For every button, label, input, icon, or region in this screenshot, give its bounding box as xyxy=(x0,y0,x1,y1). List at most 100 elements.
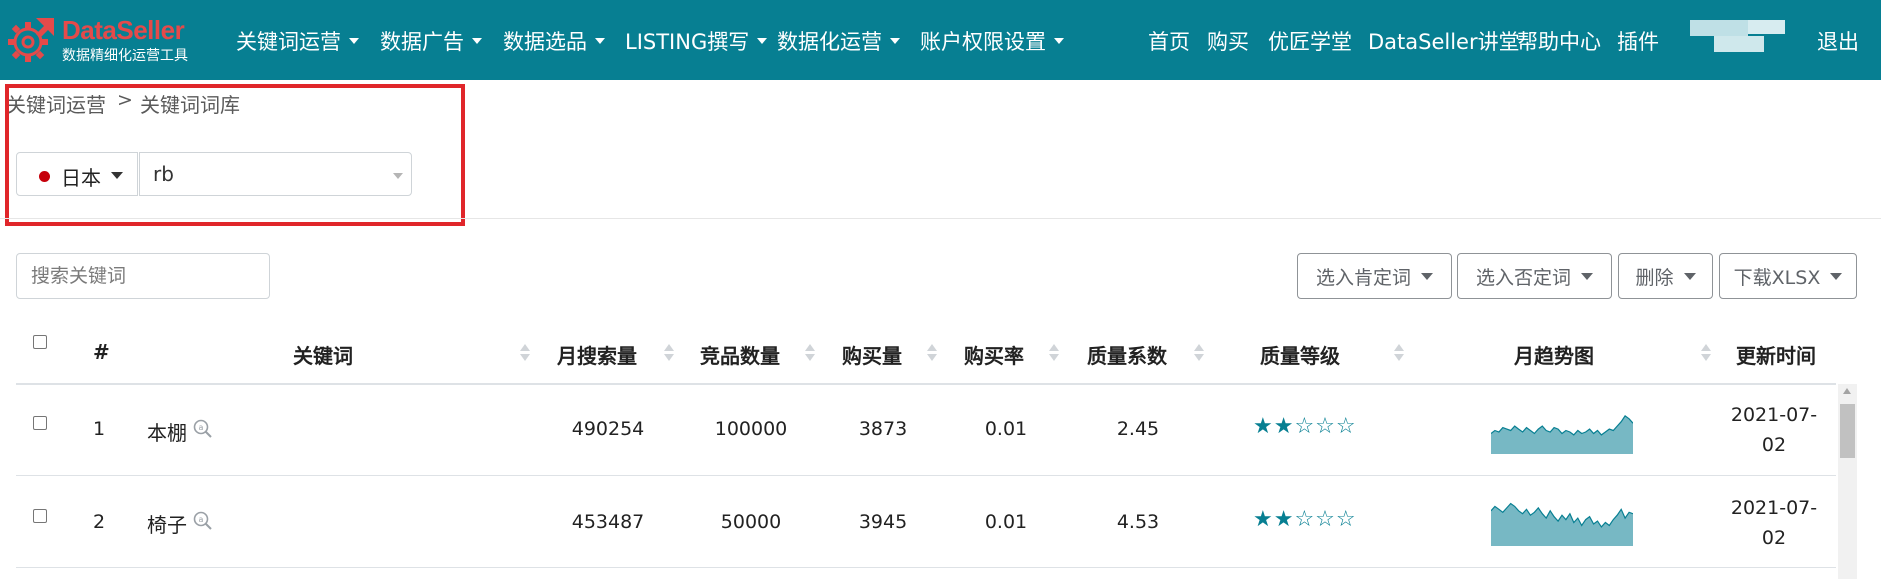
sort-monthly-trend-icon[interactable] xyxy=(1701,342,1711,364)
nav-menu-label: 数据选品 xyxy=(503,30,587,54)
shop-select[interactable]: rb xyxy=(139,152,412,196)
chevron-down-icon xyxy=(890,38,900,44)
row-border xyxy=(16,475,1836,476)
column-header-quality-grade[interactable]: 质量等级 xyxy=(1260,340,1340,369)
purchases-cell: 3873 xyxy=(858,418,908,440)
breadcrumb-current: 关键词词库 xyxy=(140,93,240,117)
row-border xyxy=(16,567,1836,568)
svg-text:a: a xyxy=(199,515,204,524)
breadcrumb-separator: > xyxy=(117,89,133,111)
quality-rating-stars: ★★☆☆☆ xyxy=(1253,414,1357,439)
country-select[interactable]: 日本 xyxy=(16,152,138,196)
button-label: 选入否定词 xyxy=(1475,266,1571,289)
purchase-rate-cell: 0.01 xyxy=(984,418,1028,440)
sparkline-area xyxy=(1491,503,1633,546)
nav-menu-label: 数据化运营 xyxy=(777,30,882,54)
add-to-negative-words-button[interactable]: 选入否定词 xyxy=(1457,253,1612,299)
nav-menu-label: 关键词运营 xyxy=(236,30,341,54)
brand-tagline: 数据精细化运营工具 xyxy=(62,48,188,64)
column-header-purchase-rate[interactable]: 购买率 xyxy=(964,340,1024,369)
chevron-down-icon xyxy=(757,38,768,44)
country-label: 日本 xyxy=(61,166,101,190)
delete-button[interactable]: 删除 xyxy=(1618,253,1713,299)
column-header-keyword[interactable]: 关键词 xyxy=(293,340,353,369)
nav-link-plugin[interactable]: 插件 xyxy=(1617,26,1659,56)
monthly-trend-sparkline[interactable] xyxy=(1491,408,1633,454)
nav-menu-keyword-ops[interactable]: 关键词运营 xyxy=(236,26,359,56)
chevron-down-icon xyxy=(349,38,359,44)
scroll-up-arrow-icon[interactable] xyxy=(1843,388,1851,394)
monthly-search-cell: 453487 xyxy=(571,511,645,533)
updated-date-cell: 2021-07- 02 xyxy=(1730,497,1818,549)
nav-link-help-center[interactable]: 帮助中心 xyxy=(1517,26,1601,56)
competitors-cell: 100000 xyxy=(714,418,788,440)
chevron-down-icon xyxy=(1421,272,1433,280)
column-header-monthly-search[interactable]: 月搜索量 xyxy=(557,340,637,369)
quality-coef-cell: 4.53 xyxy=(1116,511,1160,533)
sort-quality-grade-icon[interactable] xyxy=(1394,342,1404,364)
brand-name: DataSeller xyxy=(62,15,185,45)
nav-link-buy[interactable]: 购买 xyxy=(1207,26,1249,56)
monthly-search-cell: 490254 xyxy=(571,418,645,440)
column-header-purchases[interactable]: 购买量 xyxy=(842,340,902,369)
row-checkbox[interactable] xyxy=(33,416,47,430)
keyword-cell: 椅子 xyxy=(147,513,187,537)
keyword-cell: 本棚 xyxy=(147,421,187,445)
nav-menu-product-selection[interactable]: 数据选品 xyxy=(503,26,605,56)
sort-purchase-rate-icon[interactable] xyxy=(1049,342,1059,364)
column-header-competitors[interactable]: 竞品数量 xyxy=(700,340,780,369)
nav-menu-label: 数据广告 xyxy=(380,30,464,54)
quality-coef-cell: 2.45 xyxy=(1116,418,1160,440)
select-all-checkbox[interactable] xyxy=(33,335,47,349)
sort-keyword-icon[interactable] xyxy=(520,342,530,364)
row-index: 2 xyxy=(93,511,106,533)
chevron-down-icon xyxy=(595,38,605,44)
nav-menu-label: LISTING撰写 xyxy=(625,30,750,54)
table-header-border xyxy=(16,383,1836,385)
chevron-down-icon xyxy=(111,172,123,179)
chevron-down-icon xyxy=(1830,272,1843,280)
amazon-search-icon[interactable]: a xyxy=(193,419,213,439)
nav-menu-listing-writing[interactable]: LISTING撰写 xyxy=(625,26,768,56)
keyword-search-input[interactable] xyxy=(16,253,270,299)
download-xlsx-button[interactable]: 下载XLSX xyxy=(1719,253,1857,299)
column-header-quality-coef[interactable]: 质量系数 xyxy=(1087,340,1167,369)
user-avatar[interactable] xyxy=(1690,20,1785,52)
add-to-positive-words-button[interactable]: 选入肯定词 xyxy=(1297,253,1452,299)
purchases-cell: 3945 xyxy=(858,511,908,533)
svg-text:a: a xyxy=(199,423,204,432)
nav-link-academy[interactable]: 优匠学堂 xyxy=(1268,26,1352,56)
button-label: 删除 xyxy=(1635,266,1674,289)
chevron-down-icon xyxy=(1581,272,1593,280)
sort-competitors-icon[interactable] xyxy=(805,342,815,364)
amazon-search-icon[interactable]: a xyxy=(193,511,213,531)
top-nav-bar: DataSeller 数据精细化运营工具 关键词运营 数据广告 数据选品 LIS… xyxy=(0,0,1881,80)
scrollbar-thumb[interactable] xyxy=(1840,404,1855,458)
nav-menu-data-ops[interactable]: 数据化运营 xyxy=(777,26,900,56)
button-label: 下载XLSX xyxy=(1733,266,1821,289)
logout-link[interactable]: 退出 xyxy=(1817,26,1859,56)
chevron-down-icon xyxy=(1054,38,1064,44)
button-label: 选入肯定词 xyxy=(1315,266,1411,289)
purchase-rate-cell: 0.01 xyxy=(984,511,1028,533)
breadcrumb-parent[interactable]: 关键词运营 xyxy=(6,89,106,118)
row-checkbox[interactable] xyxy=(33,509,47,523)
sparkline-area xyxy=(1491,415,1633,454)
nav-link-home[interactable]: 首页 xyxy=(1148,26,1190,56)
sort-purchases-icon[interactable] xyxy=(927,342,937,364)
brand-logo[interactable]: DataSeller 数据精细化运营工具 xyxy=(6,14,188,68)
column-header-monthly-trend[interactable]: 月趋势图 xyxy=(1514,340,1594,369)
nav-menu-account-permissions[interactable]: 账户权限设置 xyxy=(920,26,1064,56)
sort-quality-coef-icon[interactable] xyxy=(1194,342,1204,364)
nav-menu-data-ads[interactable]: 数据广告 xyxy=(380,26,482,56)
quality-rating-stars: ★★☆☆☆ xyxy=(1253,507,1357,532)
sort-monthly-search-icon[interactable] xyxy=(664,342,674,364)
japan-flag-icon xyxy=(39,171,50,182)
chevron-down-icon xyxy=(1683,272,1696,280)
nav-link-dataseller-lectures[interactable]: DataSeller讲堂 xyxy=(1368,26,1520,56)
row-index: 1 xyxy=(93,418,106,440)
column-header-index: # xyxy=(93,340,110,364)
column-header-updated: 更新时间 xyxy=(1736,344,1816,368)
monthly-trend-sparkline[interactable] xyxy=(1491,500,1633,546)
competitors-cell: 50000 xyxy=(720,511,782,533)
